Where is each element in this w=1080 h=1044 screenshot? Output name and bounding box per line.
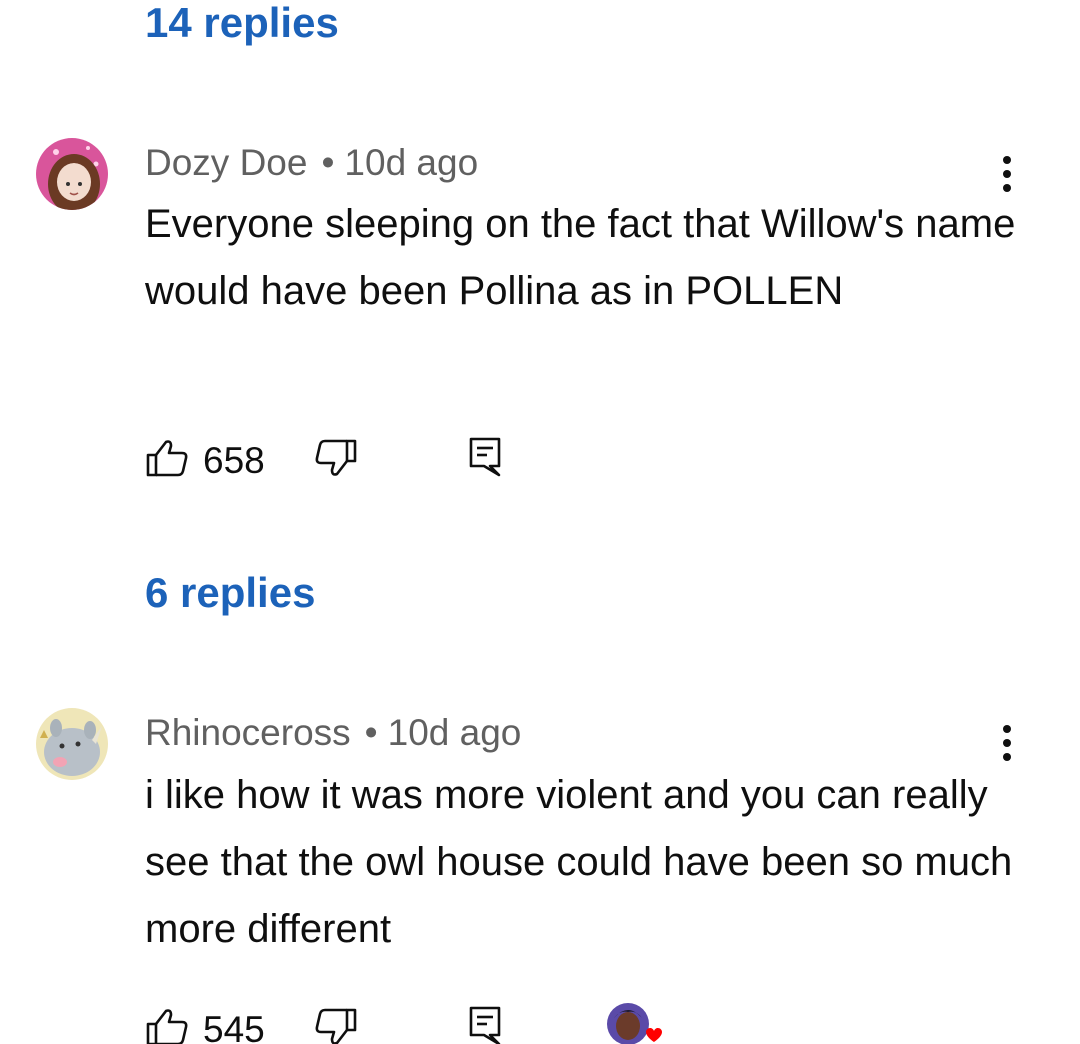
comment-time: 10d ago (344, 142, 479, 183)
thumbs-down-icon (314, 1007, 358, 1044)
comment-time: 10d ago (387, 712, 522, 753)
dislike-button[interactable] (314, 1007, 358, 1044)
view-replies-link[interactable]: 6 replies (145, 572, 315, 614)
creator-heart-badge (606, 1002, 668, 1044)
comment-meta: Rhinoceross • 10d ago (145, 714, 521, 751)
reply-icon (468, 436, 502, 483)
dislike-button[interactable] (314, 438, 358, 483)
more-vert-icon[interactable] (992, 723, 1022, 767)
like-count: 658 (203, 440, 265, 481)
view-replies-link[interactable]: 14 replies (145, 2, 339, 44)
comment-meta: Dozy Doe • 10d ago (145, 144, 478, 181)
like-button[interactable]: 545 (145, 1007, 265, 1044)
comment-text: Everyone sleeping on the fact that Willo… (145, 202, 1016, 313)
reply-icon (468, 1005, 502, 1044)
like-count: 545 (203, 1009, 265, 1044)
avatar[interactable] (36, 138, 108, 210)
comment-text: i like how it was more violent and you c… (145, 773, 1013, 951)
author-name[interactable]: Dozy Doe (145, 142, 307, 183)
thumbs-up-icon (145, 438, 189, 483)
reply-button[interactable] (468, 1005, 502, 1044)
thumbs-down-icon (314, 438, 358, 483)
like-button[interactable]: 658 (145, 438, 265, 483)
author-name[interactable]: Rhinoceross (145, 712, 351, 753)
comments-page: 14 replies Dozy Doe • 10d ago Everyone s… (0, 0, 1080, 1044)
separator-dot: • (321, 142, 335, 183)
avatar[interactable] (36, 708, 108, 780)
separator-dot: • (364, 712, 378, 753)
thumbs-up-icon (145, 1007, 189, 1044)
reply-button[interactable] (468, 436, 502, 483)
